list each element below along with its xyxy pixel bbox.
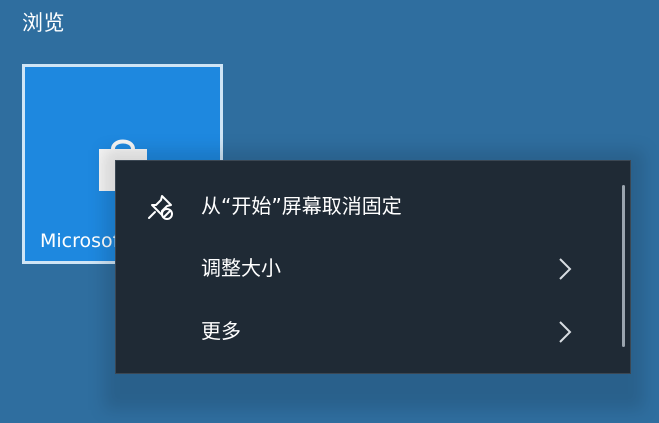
- menu-item-unpin[interactable]: 从“开始”屏幕取消固定: [116, 175, 621, 237]
- menu-item-label: 更多: [201, 319, 241, 343]
- menu-item-more[interactable]: 更多: [116, 300, 621, 362]
- chevron-right-icon: [559, 321, 572, 343]
- menu-item-resize[interactable]: 调整大小: [116, 237, 621, 299]
- chevron-right-icon: [559, 258, 572, 280]
- unpin-icon: [148, 195, 173, 220]
- menu-item-label: 从“开始”屏幕取消固定: [201, 194, 402, 218]
- section-title: 浏览: [22, 11, 65, 35]
- menu-scrollbar[interactable]: [622, 185, 625, 347]
- menu-item-label: 调整大小: [201, 256, 281, 280]
- context-menu: 从“开始”屏幕取消固定 调整大小 更多: [115, 160, 631, 374]
